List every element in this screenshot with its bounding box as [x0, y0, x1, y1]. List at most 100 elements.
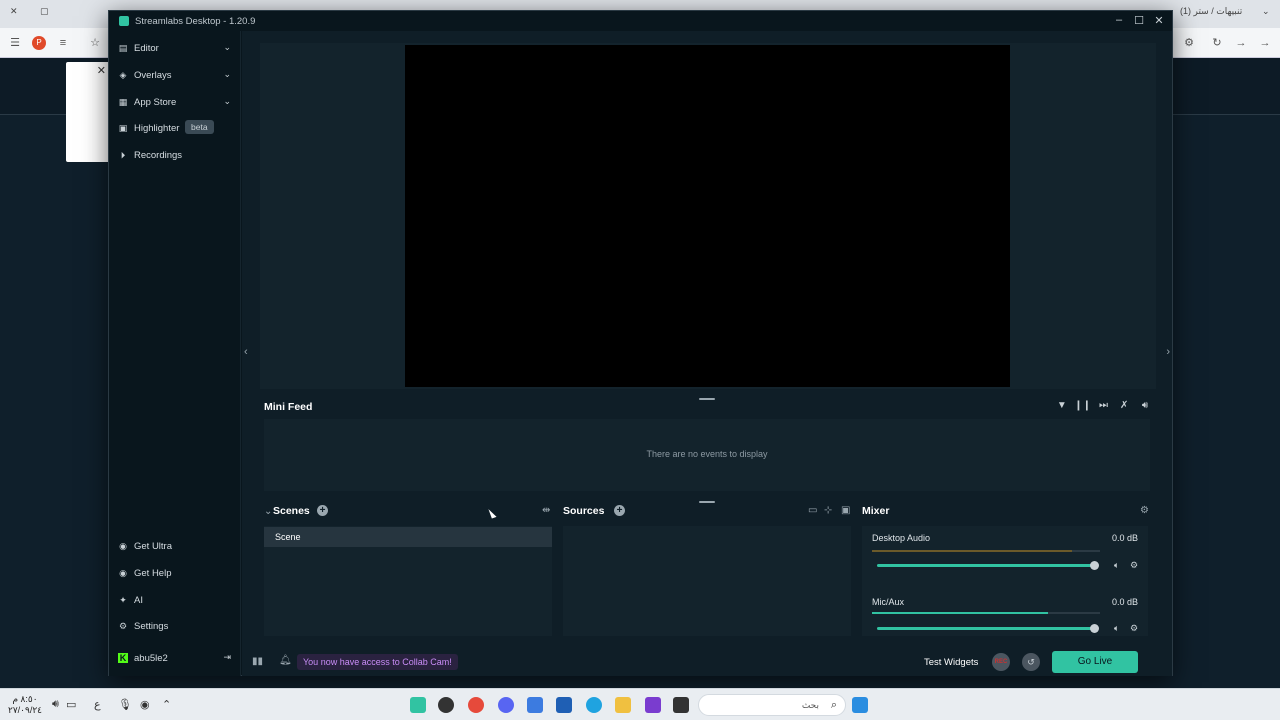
reader-icon[interactable]: ≡: [56, 36, 70, 50]
stream-preview[interactable]: [405, 45, 1010, 387]
file-explorer-icon[interactable]: [615, 697, 631, 713]
chevron-down-icon[interactable]: ⌄: [223, 96, 231, 107]
sidebar-item-get-ultra[interactable]: ◉ Get Ultra: [109, 535, 241, 557]
logout-icon[interactable]: ⇥: [223, 652, 231, 663]
sidebar-item-label: Highlighter: [134, 123, 180, 134]
tab-icon[interactable]: ▢: [40, 6, 49, 22]
app2-taskbar-icon[interactable]: [645, 697, 661, 713]
maximize-icon[interactable]: ☐: [1132, 14, 1146, 27]
notification-bell-icon[interactable]: 🔔︎: [279, 655, 292, 666]
mixer-panel: Desktop Audio 0.0 dB 🔈︎ ⚙ Mic/Aux 0.0 dB…: [862, 526, 1148, 636]
test-widgets-button[interactable]: Test Widgets: [924, 657, 978, 668]
volume-icon[interactable]: 🔊︎: [52, 698, 59, 711]
back-icon[interactable]: →: [1258, 36, 1272, 50]
sidebar-item-label: Recordings: [134, 150, 183, 161]
store-taskbar-icon[interactable]: [556, 697, 572, 713]
sidebar-item-label: Overlays: [134, 70, 172, 81]
dual-output-icon[interactable]: ⊹: [824, 505, 832, 516]
speaker-icon[interactable]: 🔈︎: [1114, 560, 1119, 571]
network-icon[interactable]: ▭: [66, 698, 76, 711]
browser-popup: ✕: [66, 62, 110, 162]
sidebar-item-highlighter[interactable]: ▣ Highlighter beta: [109, 117, 241, 139]
volume-icon[interactable]: 🔊︎: [1136, 400, 1154, 411]
chevron-left-icon[interactable]: ‹: [244, 346, 248, 358]
star-icon[interactable]: ☆: [88, 36, 102, 50]
taskbar-clock[interactable]: ٨:٥٠ م ٢٧/٠٩/٢٤: [8, 694, 42, 716]
discord-taskbar-icon[interactable]: [498, 697, 514, 713]
language-indicator[interactable]: ع: [94, 698, 101, 711]
sidebar-item-ai[interactable]: ✦ AI: [109, 589, 241, 611]
volume-slider-knob[interactable]: [1090, 561, 1099, 570]
chevron-up-icon[interactable]: ⌃: [162, 698, 171, 711]
app-taskbar-icon[interactable]: [527, 697, 543, 713]
taskbar-search[interactable]: بحث ⌕: [698, 694, 846, 716]
mixer-channel-name: Desktop Audio: [872, 533, 931, 543]
browser-tab-title[interactable]: (1) تنبيهات / ستر: [1180, 6, 1242, 22]
gear-icon[interactable]: ⚙: [1130, 560, 1138, 571]
filter-icon[interactable]: ▼: [1053, 400, 1071, 411]
chrome-taskbar-icon[interactable]: [468, 697, 484, 713]
close-icon[interactable]: ✕: [97, 64, 106, 77]
speaker-icon[interactable]: 🔈︎: [1114, 623, 1119, 634]
forward-icon[interactable]: →: [1234, 36, 1248, 50]
pause-icon[interactable]: ❙❙: [1074, 400, 1092, 411]
chevron-down-icon[interactable]: ⌄: [264, 506, 272, 517]
footer-bar: ▮▮ 🔔︎ You now have access to Collab Cam!…: [242, 641, 1172, 676]
add-scene-icon[interactable]: +: [317, 505, 328, 516]
chevron-down-icon[interactable]: ⌄: [1262, 6, 1270, 22]
sidebar-item-get-help[interactable]: ◉ Get Help: [109, 562, 241, 584]
gear-icon[interactable]: ⚙: [1130, 623, 1138, 634]
skip-icon[interactable]: ⏭: [1094, 400, 1112, 411]
mixer-channel-db: 0.0 dB: [1111, 597, 1138, 607]
search-placeholder: بحث: [801, 700, 819, 710]
edge-taskbar-icon[interactable]: [586, 697, 602, 713]
list-item[interactable]: Scene: [264, 527, 552, 547]
record-button[interactable]: REC: [992, 653, 1010, 671]
add-source-icon[interactable]: +: [614, 505, 625, 516]
volume-slider[interactable]: [877, 564, 1097, 567]
add-folder-icon[interactable]: ▣: [841, 505, 850, 516]
windows-start-icon[interactable]: [852, 697, 868, 713]
sidebar-user[interactable]: K abu5le2 ⇥: [109, 647, 241, 669]
terminal-taskbar-icon[interactable]: [673, 697, 689, 713]
minimize-icon[interactable]: –: [1112, 14, 1126, 26]
collab-cam-notification[interactable]: You now have access to Collab Cam!: [297, 654, 458, 670]
volume-slider[interactable]: [877, 627, 1097, 630]
volume-slider-knob[interactable]: [1090, 624, 1099, 633]
go-live-button[interactable]: Go Live: [1052, 651, 1138, 673]
replay-buffer-button[interactable]: ↺: [1022, 653, 1040, 671]
selective-recording-icon[interactable]: ▭: [808, 505, 817, 516]
stats-icon[interactable]: ▮▮: [252, 656, 263, 667]
chevron-right-icon[interactable]: ›: [1166, 346, 1170, 358]
sliders-icon[interactable]: ⚙: [1182, 36, 1196, 50]
sidebar-item-recordings[interactable]: ⏵ Recordings: [109, 144, 241, 166]
editor-icon: ▤: [118, 43, 128, 53]
chevron-down-icon[interactable]: ⌄: [223, 69, 231, 80]
mute-alerts-icon[interactable]: ✗: [1115, 400, 1133, 411]
close-icon[interactable]: ✕: [1152, 14, 1166, 27]
streamlabs-window: Streamlabs Desktop - 1.20.9 – ☐ ✕ ▤ Edit…: [108, 10, 1173, 676]
mini-feed-box: There are no events to display: [264, 419, 1150, 491]
recordings-icon: ⏵: [120, 150, 126, 160]
sidebar-item-label: Get Help: [134, 568, 172, 579]
close-icon[interactable]: ✕: [10, 6, 18, 22]
reload-icon[interactable]: ↻: [1210, 36, 1224, 50]
sidebar-item-app-store[interactable]: ▦ App Store ⌄: [109, 91, 241, 113]
chevron-down-icon[interactable]: ⌄: [223, 42, 231, 53]
obs-taskbar-icon[interactable]: [438, 697, 454, 713]
window-title: Streamlabs Desktop - 1.20.9: [135, 16, 256, 27]
tray-icon[interactable]: ◉: [140, 698, 150, 711]
menu-icon[interactable]: ☰: [8, 36, 22, 50]
sidebar-item-editor[interactable]: ▤ Editor ⌄: [109, 37, 241, 59]
help-icon: ◉: [119, 568, 127, 578]
sidebar-item-settings[interactable]: ⚙ Settings: [109, 615, 241, 637]
sidebar-item-overlays[interactable]: ◈ Overlays ⌄: [109, 64, 241, 86]
scene-transitions-icon[interactable]: ⇹: [542, 505, 550, 516]
resize-handle[interactable]: [699, 501, 715, 503]
resize-handle[interactable]: [699, 398, 715, 400]
microphone-icon[interactable]: 🎙︎: [118, 698, 132, 711]
gear-icon[interactable]: ⚙: [1140, 505, 1149, 516]
extension-icon[interactable]: P: [32, 36, 46, 50]
streamlabs-taskbar-icon[interactable]: [410, 697, 426, 713]
sidebar-item-label: App Store: [134, 97, 177, 108]
